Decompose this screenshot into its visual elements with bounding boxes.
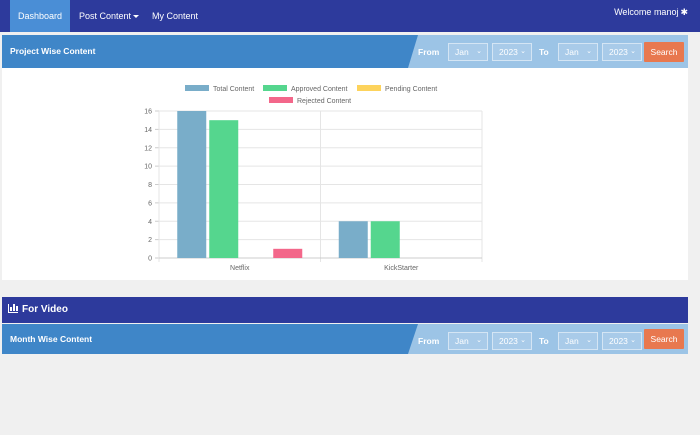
- month-from-year-value: 2023: [499, 336, 518, 346]
- nav-my-content-label: My Content: [152, 11, 199, 21]
- to-year-select[interactable]: 2023 ⌄: [602, 43, 642, 61]
- to-label: To: [539, 47, 549, 57]
- video-section-bar: For Video: [2, 297, 688, 323]
- legend-label-0: Total Content: [213, 86, 254, 93]
- user-menu[interactable]: Welcome manoj ✱: [614, 7, 688, 18]
- y-tick-label-2: 4: [148, 219, 152, 226]
- chevron-down-icon: ⌄: [586, 337, 592, 344]
- to-year-value: 2023: [609, 47, 628, 57]
- month-from-month-select[interactable]: Jan ⌄: [448, 332, 488, 350]
- bar-kickstarter-1: [370, 221, 400, 258]
- chevron-down-icon: ⌄: [586, 48, 592, 55]
- chevron-down-icon: ⌄: [476, 48, 482, 55]
- bar-chart-icon: [8, 304, 18, 313]
- y-tick-label-6: 12: [144, 145, 152, 152]
- legend-label-1: Approved Content: [291, 86, 347, 93]
- to-month-value: Jan: [565, 47, 579, 57]
- x-tick-label-0: Netflix: [230, 265, 250, 272]
- from-year-value: 2023: [499, 47, 518, 57]
- month-from-year-select[interactable]: 2023 ⌄: [492, 332, 532, 350]
- caret-down-icon: [133, 15, 140, 19]
- y-tick-label-1: 2: [148, 237, 152, 244]
- nav-post-content[interactable]: Post Content: [69, 0, 149, 32]
- y-tick-label-0: 0: [148, 256, 152, 263]
- y-tick-label-7: 14: [144, 127, 152, 134]
- month-to-month-value: Jan: [565, 336, 579, 346]
- legend-label-3: Rejected Content: [297, 98, 351, 105]
- legend-swatch-0: [185, 85, 209, 91]
- project-filter-bar: From Jan ⌄ 2023 ⌄ To Jan ⌄ 2023 ⌄ Search: [408, 35, 688, 68]
- to-month-select[interactable]: Jan ⌄: [558, 43, 598, 61]
- chevron-down-icon: ⌄: [630, 337, 636, 344]
- gear-icon[interactable]: ✱: [680, 7, 688, 18]
- legend-swatch-3: [269, 97, 293, 103]
- welcome-text: Welcome manoj: [614, 7, 679, 17]
- month-from-month-value: Jan: [455, 336, 469, 346]
- chevron-down-icon: ⌄: [520, 48, 526, 55]
- project-chart-card: Total Content Approved Content Pending Con…: [2, 68, 688, 280]
- chevron-down-icon: ⌄: [630, 48, 636, 55]
- from-month-value: Jan: [455, 47, 469, 57]
- nav-post-content-label: Post Content: [79, 11, 132, 21]
- bar-netflix-1: [209, 120, 239, 258]
- bar-netflix-3: [273, 248, 303, 258]
- search-button[interactable]: Search: [644, 42, 684, 62]
- y-tick-label-8: 16: [144, 109, 152, 116]
- y-tick-label-4: 8: [148, 182, 152, 189]
- bar-kickstarter-0: [338, 221, 368, 258]
- project-section-title: Project Wise Content: [10, 46, 96, 56]
- chevron-down-icon: ⌄: [520, 337, 526, 344]
- legend-swatch-2: [357, 85, 381, 91]
- month-to-year-value: 2023: [609, 336, 628, 346]
- y-tick-label-3: 6: [148, 200, 152, 207]
- top-navbar: Dashboard Post Content My Content Welcom…: [0, 0, 700, 32]
- from-label: From: [418, 47, 440, 57]
- chevron-down-icon: ⌄: [476, 337, 482, 344]
- from-month-select[interactable]: Jan ⌄: [448, 43, 488, 61]
- month-section-title: Month Wise Content: [10, 334, 93, 344]
- month-to-label: To: [539, 336, 549, 346]
- video-section-title: For Video: [22, 304, 68, 315]
- month-to-month-select[interactable]: Jan ⌄: [558, 332, 598, 350]
- month-to-year-select[interactable]: 2023 ⌄: [602, 332, 642, 350]
- month-from-label: From: [418, 336, 440, 346]
- month-search-button[interactable]: Search: [644, 329, 684, 349]
- legend-label-2: Pending Content: [385, 86, 437, 93]
- month-section-header: Month Wise Content From Jan ⌄ 2023 ⌄ To Ja…: [2, 324, 688, 354]
- nav-dashboard-label: Dashboard: [17, 11, 63, 21]
- x-tick-label-1: KickStarter: [384, 265, 419, 272]
- from-year-select[interactable]: 2023 ⌄: [492, 43, 532, 61]
- bar-chart: Total Content Approved Content Pending Con…: [144, 85, 483, 272]
- nav-dashboard[interactable]: Dashboard: [10, 0, 70, 32]
- legend-swatch-1: [263, 85, 287, 91]
- nav-my-content[interactable]: My Content: [142, 0, 208, 32]
- bar-netflix-0: [177, 111, 207, 258]
- month-filter-bar: From Jan ⌄ 2023 ⌄ To Jan ⌄ 2023 ⌄ Search: [408, 324, 688, 354]
- y-tick-label-5: 10: [144, 164, 152, 171]
- project-section-header: Project Wise Content From Jan ⌄ 2023 ⌄ To …: [2, 35, 688, 68]
